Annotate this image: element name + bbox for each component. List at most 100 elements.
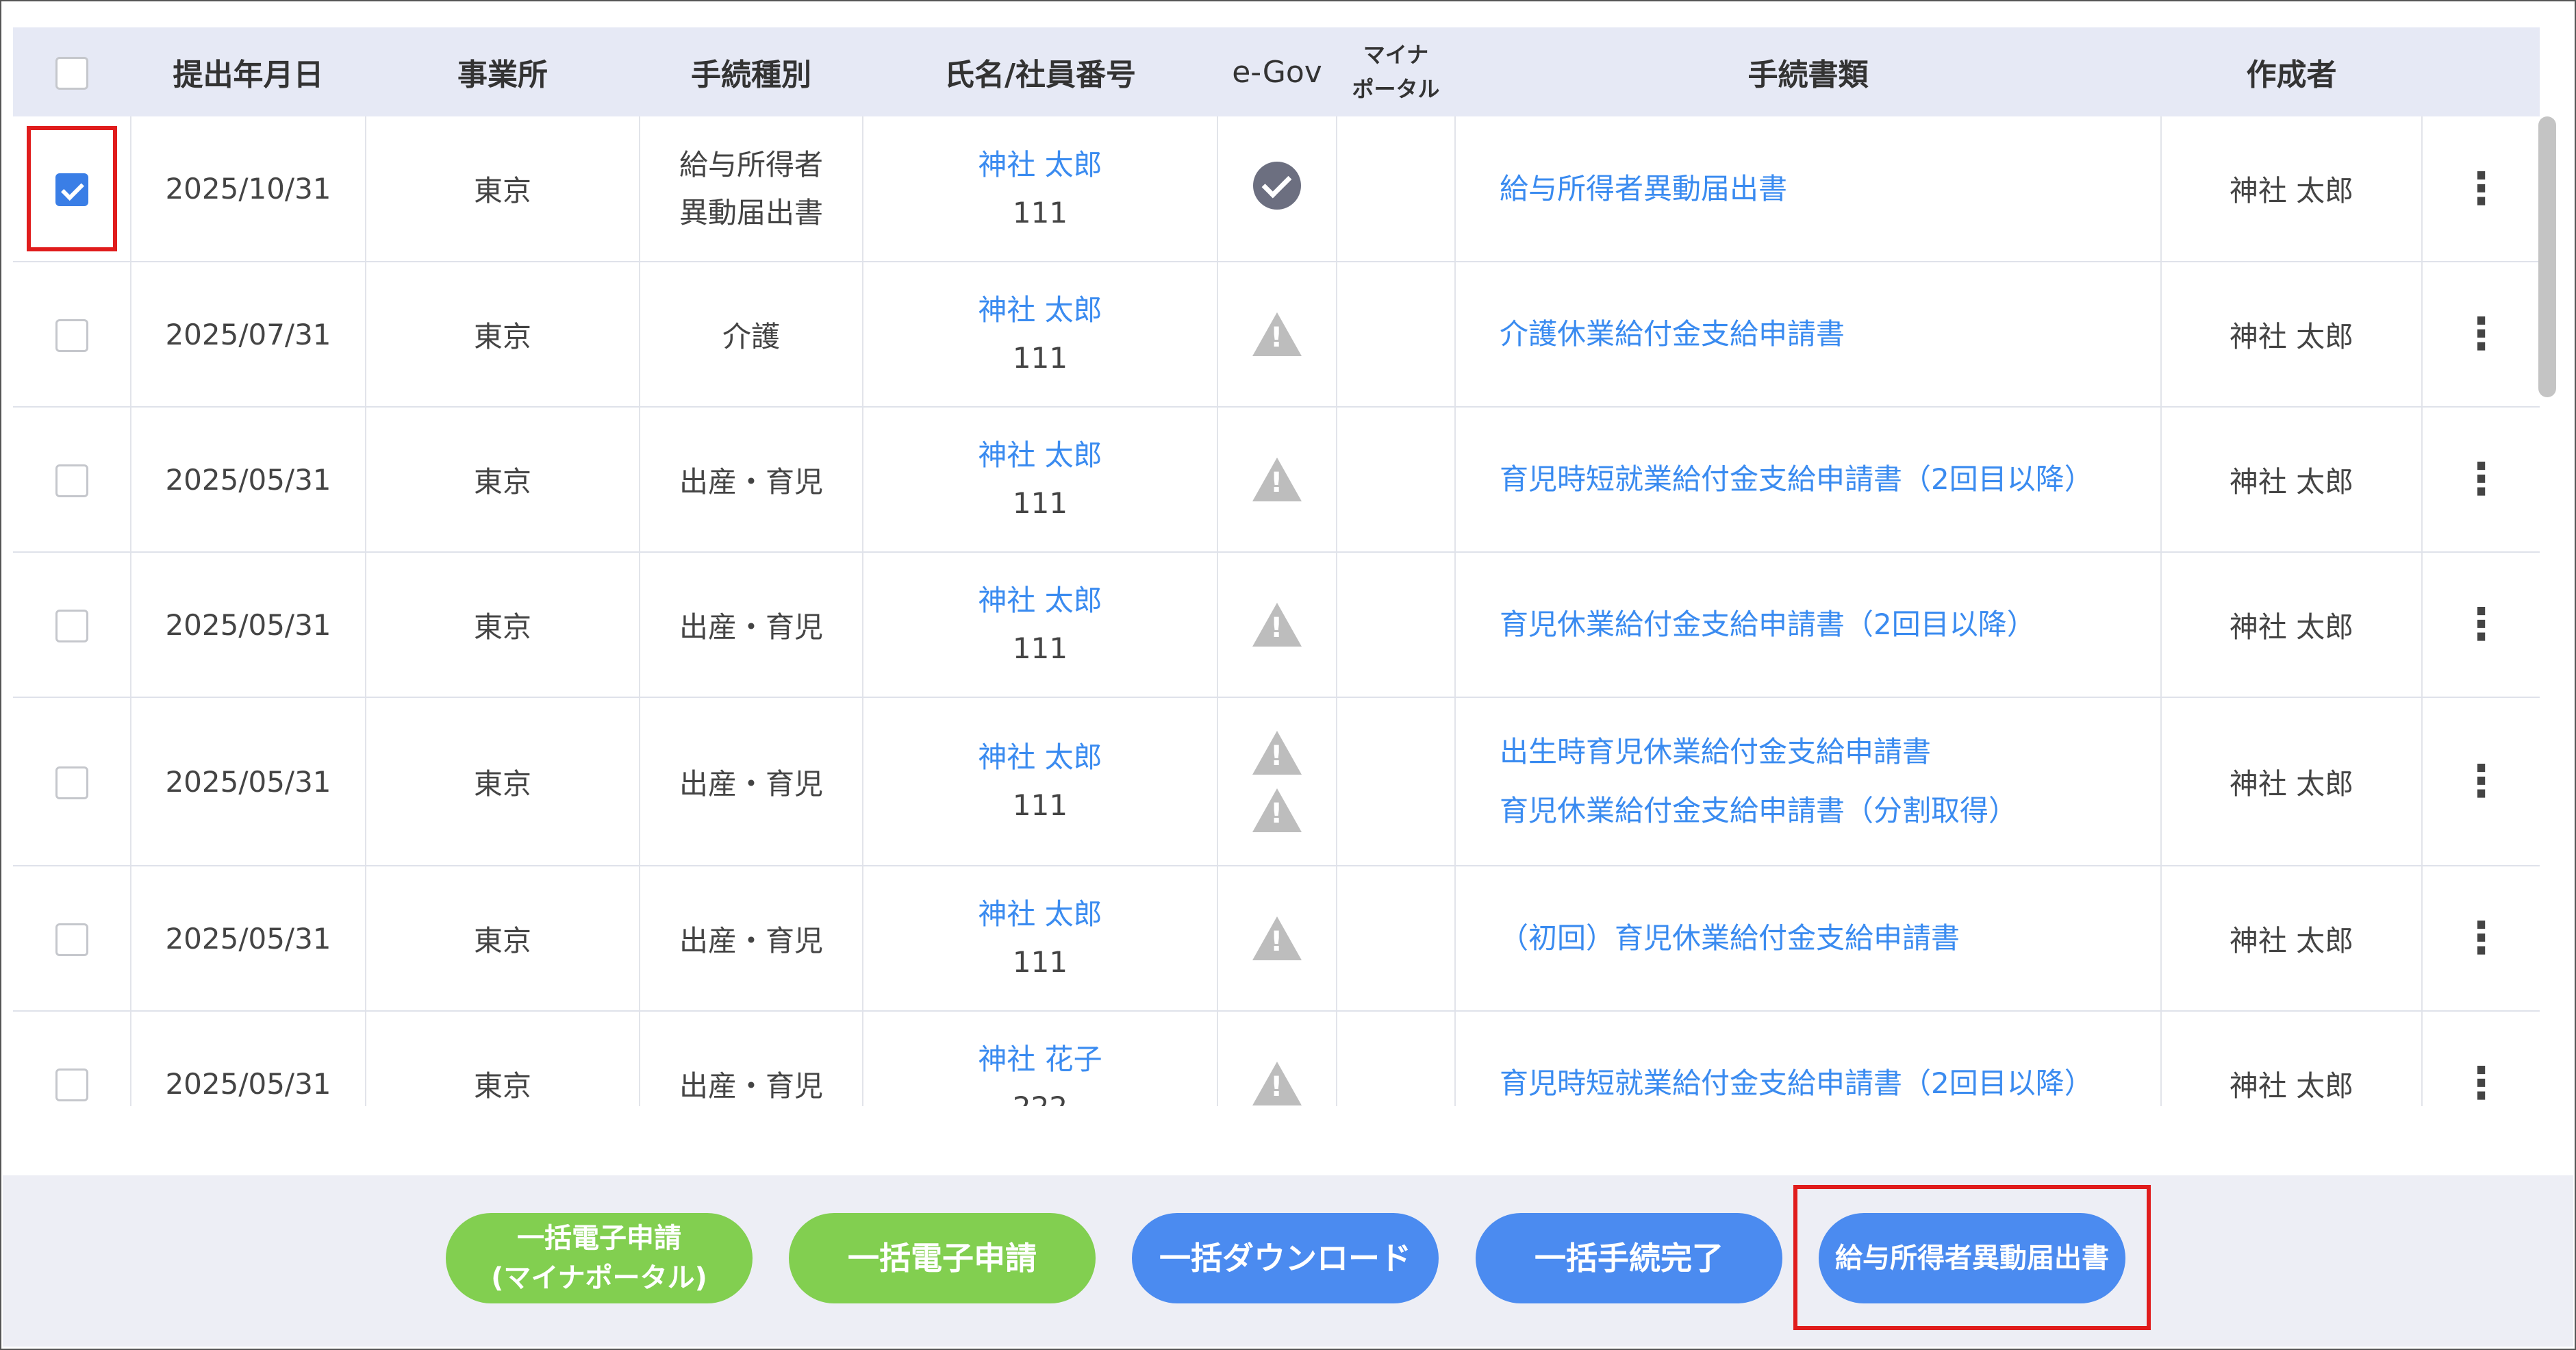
header-author[interactable]: 作成者: [2161, 27, 2422, 116]
employee-name-link[interactable]: 神社 太郎: [863, 577, 1217, 625]
more-vert-icon[interactable]: ⋮: [2460, 164, 2503, 214]
employee-number: 111: [1012, 945, 1068, 979]
checkbox-highlight: [26, 125, 117, 252]
employee-name-link[interactable]: 神社 花子: [863, 1036, 1217, 1084]
employee-name-link[interactable]: 神社 太郎: [863, 286, 1217, 334]
procedure-type: 介護: [640, 262, 863, 408]
author: 神社 太郎: [2161, 262, 2423, 408]
document-link[interactable]: 介護休業給付金支給申請書: [1500, 305, 2160, 364]
document-link[interactable]: 育児休業給付金支給申請書（分割取得）: [1500, 782, 2160, 840]
header-submit-date[interactable]: 提出年月日: [131, 27, 366, 116]
row-checkbox[interactable]: [55, 464, 88, 497]
row-checkbox[interactable]: [55, 173, 88, 207]
procedure-type: 出産・育児: [640, 697, 863, 866]
author: 神社 太郎: [2161, 552, 2423, 698]
office: 東京: [366, 407, 640, 553]
employee-name-link[interactable]: 神社 太郎: [863, 141, 1217, 189]
office: 東京: [366, 866, 640, 1012]
procedure-type: 出産・育児: [640, 1011, 863, 1106]
office: 東京: [366, 1011, 640, 1106]
warning-icon: [1252, 603, 1302, 647]
warning-icon: [1252, 1062, 1302, 1105]
row-menu-cell: ⋮: [2422, 697, 2540, 866]
more-vert-icon[interactable]: ⋮: [2460, 1058, 2503, 1106]
row-checkbox[interactable]: [55, 318, 88, 352]
table-row[interactable]: 2025/05/31 東京 出産・育児 神社 太郎 111 育児休業給付金支給申…: [13, 552, 2540, 698]
egov-status-cell: [1217, 116, 1337, 262]
office: 東京: [366, 262, 640, 408]
row-checkbox[interactable]: [55, 1068, 88, 1101]
bulk-e-apply-mynaportal-line1: 一括電子申請: [517, 1223, 681, 1254]
submit-date: 2025/05/31: [131, 1011, 366, 1106]
mynaportal-status-cell: [1337, 262, 1456, 408]
document-link[interactable]: 育児休業給付金支給申請書（2回目以降）: [1500, 595, 2160, 654]
header-mynaportal: マイナ ポータル: [1337, 27, 1455, 116]
bulk-complete-button[interactable]: 一括手続完了: [1476, 1213, 1782, 1303]
documents-cell: 給与所得者異動届出書: [1455, 116, 2162, 262]
document-link[interactable]: 育児時短就業給付金支給申請書（2回目以降）: [1500, 1054, 2160, 1106]
header-office[interactable]: 事業所: [366, 27, 640, 116]
table-row[interactable]: 2025/05/31 東京 出産・育児 神社 花子 222 育児時短就業給付金支…: [13, 1011, 2540, 1106]
bulk-download-button[interactable]: 一括ダウンロード: [1132, 1213, 1439, 1303]
documents-cell: 育児時短就業給付金支給申請書（2回目以降）: [1455, 1011, 2162, 1106]
procedure-type: 出産・育児: [640, 407, 863, 553]
row-checkbox[interactable]: [55, 766, 88, 799]
author: 神社 太郎: [2161, 116, 2423, 262]
table-row[interactable]: 2025/10/31 東京 給与所得者 異動届出書 神社 太郎 111 給与所得…: [13, 116, 2540, 262]
more-vert-icon[interactable]: ⋮: [2460, 599, 2503, 650]
employee-cell: 神社 太郎 111: [863, 116, 1218, 262]
row-menu-cell: ⋮: [2422, 262, 2540, 408]
employee-name-link[interactable]: 神社 太郎: [863, 890, 1217, 938]
employee-name-link[interactable]: 神社 太郎: [863, 734, 1217, 782]
header-name-employee-no[interactable]: 氏名/社員番号: [863, 27, 1217, 116]
procedure-type: 給与所得者 異動届出書: [640, 116, 863, 262]
egov-status-cell: [1217, 552, 1337, 698]
procedures-table: 提出年月日 事業所 手続種別 氏名/社員番号 e-Gov マイナ ポータル 手続…: [13, 27, 2540, 1106]
egov-status-cell: [1217, 262, 1337, 408]
header-procedure-type[interactable]: 手続種別: [640, 27, 863, 116]
more-vert-icon[interactable]: ⋮: [2460, 309, 2503, 360]
employee-number: 111: [1012, 486, 1068, 520]
egov-status-cell: [1217, 697, 1337, 866]
select-all-cell: [13, 27, 131, 116]
warning-icon: [1252, 788, 1302, 832]
row-checkbox[interactable]: [55, 609, 88, 642]
bulk-e-apply-mynaportal-button[interactable]: 一括電子申請 (マイナポータル): [446, 1213, 753, 1303]
table-row[interactable]: 2025/05/31 東京 出産・育児 神社 太郎 111 出生時育児休業給付金…: [13, 697, 2540, 866]
procedure-type: 出産・育児: [640, 866, 863, 1012]
procedure-type-line2: 異動届出書: [679, 195, 823, 229]
row-checkbox[interactable]: [55, 923, 88, 956]
row-menu-cell: ⋮: [2422, 407, 2540, 553]
more-vert-icon[interactable]: ⋮: [2460, 454, 2503, 505]
more-vert-icon[interactable]: ⋮: [2460, 756, 2503, 807]
procedures-table-container: 提出年月日 事業所 手続種別 氏名/社員番号 e-Gov マイナ ポータル 手続…: [13, 27, 2540, 1106]
office: 東京: [366, 116, 640, 262]
documents-cell: 育児時短就業給付金支給申請書（2回目以降）: [1455, 407, 2162, 553]
table-row[interactable]: 2025/05/31 東京 出産・育児 神社 太郎 111 （初回）育児休業給付…: [13, 866, 2540, 1012]
employee-cell: 神社 太郎 111: [863, 262, 1218, 408]
employee-cell: 神社 太郎 111: [863, 697, 1218, 866]
procedure-type-line1: 給与所得者: [679, 147, 823, 182]
document-link[interactable]: 給与所得者異動届出書: [1500, 160, 2160, 218]
author: 神社 太郎: [2161, 866, 2423, 1012]
row-select-cell: [13, 552, 131, 698]
vertical-scrollbar[interactable]: [2538, 116, 2556, 397]
document-link[interactable]: 育児時短就業給付金支給申請書（2回目以降）: [1500, 450, 2160, 509]
warning-icon: [1252, 458, 1302, 501]
row-select-cell: [13, 697, 131, 866]
table-header-row: 提出年月日 事業所 手続種別 氏名/社員番号 e-Gov マイナ ポータル 手続…: [13, 27, 2540, 116]
select-all-checkbox[interactable]: [55, 57, 88, 90]
table-row[interactable]: 2025/05/31 東京 出産・育児 神社 太郎 111 育児時短就業給付金支…: [13, 407, 2540, 553]
table-row[interactable]: 2025/07/31 東京 介護 神社 太郎 111 介護休業給付金支給申請書 …: [13, 262, 2540, 408]
employee-name-link[interactable]: 神社 太郎: [863, 432, 1217, 479]
employee-cell: 神社 花子 222: [863, 1011, 1218, 1106]
document-link[interactable]: 出生時育児休業給付金支給申請書: [1500, 723, 2160, 782]
submit-date: 2025/05/31: [131, 407, 366, 553]
more-vert-icon[interactable]: ⋮: [2460, 913, 2503, 964]
bulk-e-apply-button[interactable]: 一括電子申請: [789, 1213, 1096, 1303]
submit-date: 2025/05/31: [131, 697, 366, 866]
mynaportal-status-cell: [1337, 552, 1456, 698]
egov-status-cell: [1217, 1011, 1337, 1106]
document-link[interactable]: （初回）育児休業給付金支給申請書: [1500, 909, 2160, 968]
employee-number: 111: [1012, 341, 1068, 375]
